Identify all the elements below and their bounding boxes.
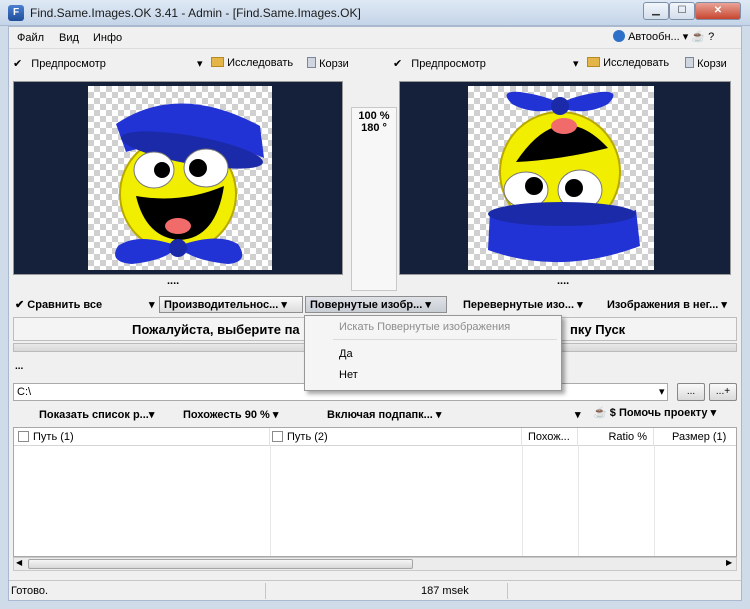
menu-item-yes[interactable]: Да [305, 344, 561, 364]
dots-marker: ... [15, 361, 24, 372]
column-divider [654, 446, 655, 556]
left-preview-image [88, 86, 272, 270]
menu-item-no[interactable]: Нет [305, 365, 561, 385]
window-title-bar: F Find.Same.Images.OK 3.41 - Admin - [Fi… [0, 0, 750, 26]
right-preview-toggle[interactable]: Предпросмотр [411, 58, 486, 70]
compare-all-toggle[interactable]: ✔ Сравнить все [15, 298, 102, 311]
show-list-dropdown[interactable]: Показать список р...▾ [39, 408, 154, 421]
performance-dropdown[interactable]: Производительнос... ▾ [159, 296, 303, 313]
checkmark-icon: ✔ [15, 299, 28, 311]
scroll-right-icon[interactable]: ▶ [726, 558, 732, 567]
column-path2[interactable]: Путь (2) [272, 428, 522, 446]
message-text-left: Пожалуйста, выберите па [132, 322, 300, 337]
trash-icon [307, 57, 316, 68]
window-title: Find.Same.Images.OK 3.41 - Admin - [Find… [30, 6, 361, 20]
app-icon: F [8, 5, 24, 21]
menu-extra-icons[interactable]: ▾ ☕ ? [683, 31, 714, 43]
menu-separator [333, 339, 557, 340]
menu-file[interactable]: Файл [17, 32, 44, 44]
chevron-down-icon: ▾ [435, 409, 442, 421]
chevron-down-icon: ▾ [577, 299, 583, 311]
similarity-dropdown[interactable]: Похожесть 90 % ▾ [183, 408, 278, 421]
status-divider [265, 583, 266, 599]
status-bar: Готово. 187 msek [9, 580, 741, 600]
images-in-dropdown[interactable]: Изображения в нег... ▾ [607, 298, 727, 311]
horizontal-scrollbar[interactable]: ◀ ▶ [13, 557, 737, 571]
zoom-percent: 100 % [358, 110, 390, 122]
left-preview-toolbar: ✔ Предпросмотр ▾ Исследовать Корзи [13, 57, 349, 75]
checkbox-icon[interactable] [18, 431, 29, 442]
flipped-images-dropdown[interactable]: Перевернутые изо... ▾ [463, 298, 583, 311]
help-project-button[interactable]: ☕ $ Помочь проекту ▾ [593, 406, 716, 419]
search-options-row: Показать список р...▾ Похожесть 90 % ▾ В… [9, 405, 741, 425]
smiley-rotated-image [488, 91, 640, 263]
checkmark-icon[interactable]: ✔ [13, 58, 22, 70]
chevron-down-icon[interactable]: ▾ [149, 298, 155, 311]
column-similarity[interactable]: Похож... [524, 428, 578, 446]
chevron-down-icon: ▾ [721, 299, 727, 311]
chevron-down-icon: ▾ [281, 299, 287, 311]
rotation-angle: 180 ° [361, 122, 387, 134]
left-preview-splitter[interactable]: .... [167, 275, 179, 287]
zoom-info-box: 100 % 180 ° [351, 107, 397, 291]
rotated-images-dropdown[interactable]: Повернутые изобр... ▾ [305, 296, 447, 313]
right-explore-button[interactable]: Исследовать [587, 57, 669, 69]
scroll-left-icon[interactable]: ◀ [16, 558, 22, 567]
right-preview-toolbar: ✔ Предпросмотр ▾ Исследовать Корзи [393, 57, 727, 75]
column-divider [270, 446, 271, 556]
chevron-down-icon: ▾ [272, 409, 279, 421]
column-size1[interactable]: Размер (1) [656, 428, 736, 446]
table-header: Путь (1) Путь (2) Похож... Ratio % Разме… [14, 428, 736, 446]
auto-update-label: Автообн... [628, 31, 680, 43]
folder-icon [211, 57, 224, 67]
column-divider [578, 446, 579, 556]
chevron-down-icon[interactable]: ▾ [573, 57, 579, 70]
update-icon [613, 30, 625, 42]
chevron-down-icon: ▾ [710, 407, 717, 419]
compare-options-row: ✔ Сравнить все ▾ Производительнос... ▾ П… [9, 295, 741, 317]
chevron-down-icon[interactable]: ▾ [659, 385, 665, 398]
menu-view[interactable]: Вид [59, 32, 79, 44]
results-table[interactable]: Путь (1) Путь (2) Похож... Ratio % Разме… [13, 427, 737, 557]
menu-info[interactable]: Инфо [93, 32, 122, 44]
scrollbar-thumb[interactable] [28, 559, 413, 569]
trash-icon [685, 57, 694, 68]
column-ratio[interactable]: Ratio % [580, 428, 654, 446]
close-button[interactable]: ✕ [695, 2, 741, 20]
minimize-button[interactable]: ▁ [643, 2, 669, 20]
auto-update-control[interactable]: Автообн... ▾ ☕ ? [613, 30, 714, 43]
right-preview-image [468, 86, 654, 270]
left-explore-button[interactable]: Исследовать [211, 57, 293, 69]
chevron-down-icon[interactable]: ▾ [575, 408, 581, 421]
column-path1[interactable]: Путь (1) [18, 428, 270, 446]
status-text: Готово. [11, 585, 49, 597]
left-preview-toggle[interactable]: Предпросмотр [31, 58, 106, 70]
menu-bar: Файл Вид Инфо Автообн... ▾ ☕ ? [9, 27, 741, 49]
include-subfolders-dropdown[interactable]: Включая подпапк... ▾ [327, 408, 441, 421]
maximize-button[interactable]: ☐ [669, 2, 695, 20]
chevron-down-icon: ▾ [148, 409, 155, 421]
client-area: Файл Вид Инфо Автообн... ▾ ☕ ? ✔ Предпро… [8, 26, 742, 601]
chevron-down-icon[interactable]: ▾ [197, 57, 203, 70]
column-divider [522, 446, 523, 556]
right-trash-button[interactable]: Корзи [685, 57, 727, 70]
folder-icon [587, 57, 600, 67]
left-preview-pane[interactable] [13, 81, 343, 275]
right-preview-pane[interactable] [399, 81, 731, 275]
status-time: 187 msek [421, 585, 469, 597]
status-divider [507, 583, 508, 599]
checkmark-icon[interactable]: ✔ [393, 58, 402, 70]
menu-header-search-rotated: Искать Повернутые изображения [339, 321, 511, 333]
browse-button[interactable]: ... [677, 383, 705, 401]
left-trash-button[interactable]: Корзи [307, 57, 349, 70]
add-path-button[interactable]: ...+ [709, 383, 737, 401]
right-preview-splitter[interactable]: .... [557, 275, 569, 287]
smiley-image [115, 103, 264, 264]
checkbox-icon[interactable] [272, 431, 283, 442]
message-text-right: пку Пуск [570, 322, 626, 337]
coffee-cup-icon: ☕ [593, 407, 607, 419]
chevron-down-icon: ▾ [425, 299, 431, 311]
rotated-images-menu: Искать Повернутые изображения Да Нет [304, 315, 562, 391]
